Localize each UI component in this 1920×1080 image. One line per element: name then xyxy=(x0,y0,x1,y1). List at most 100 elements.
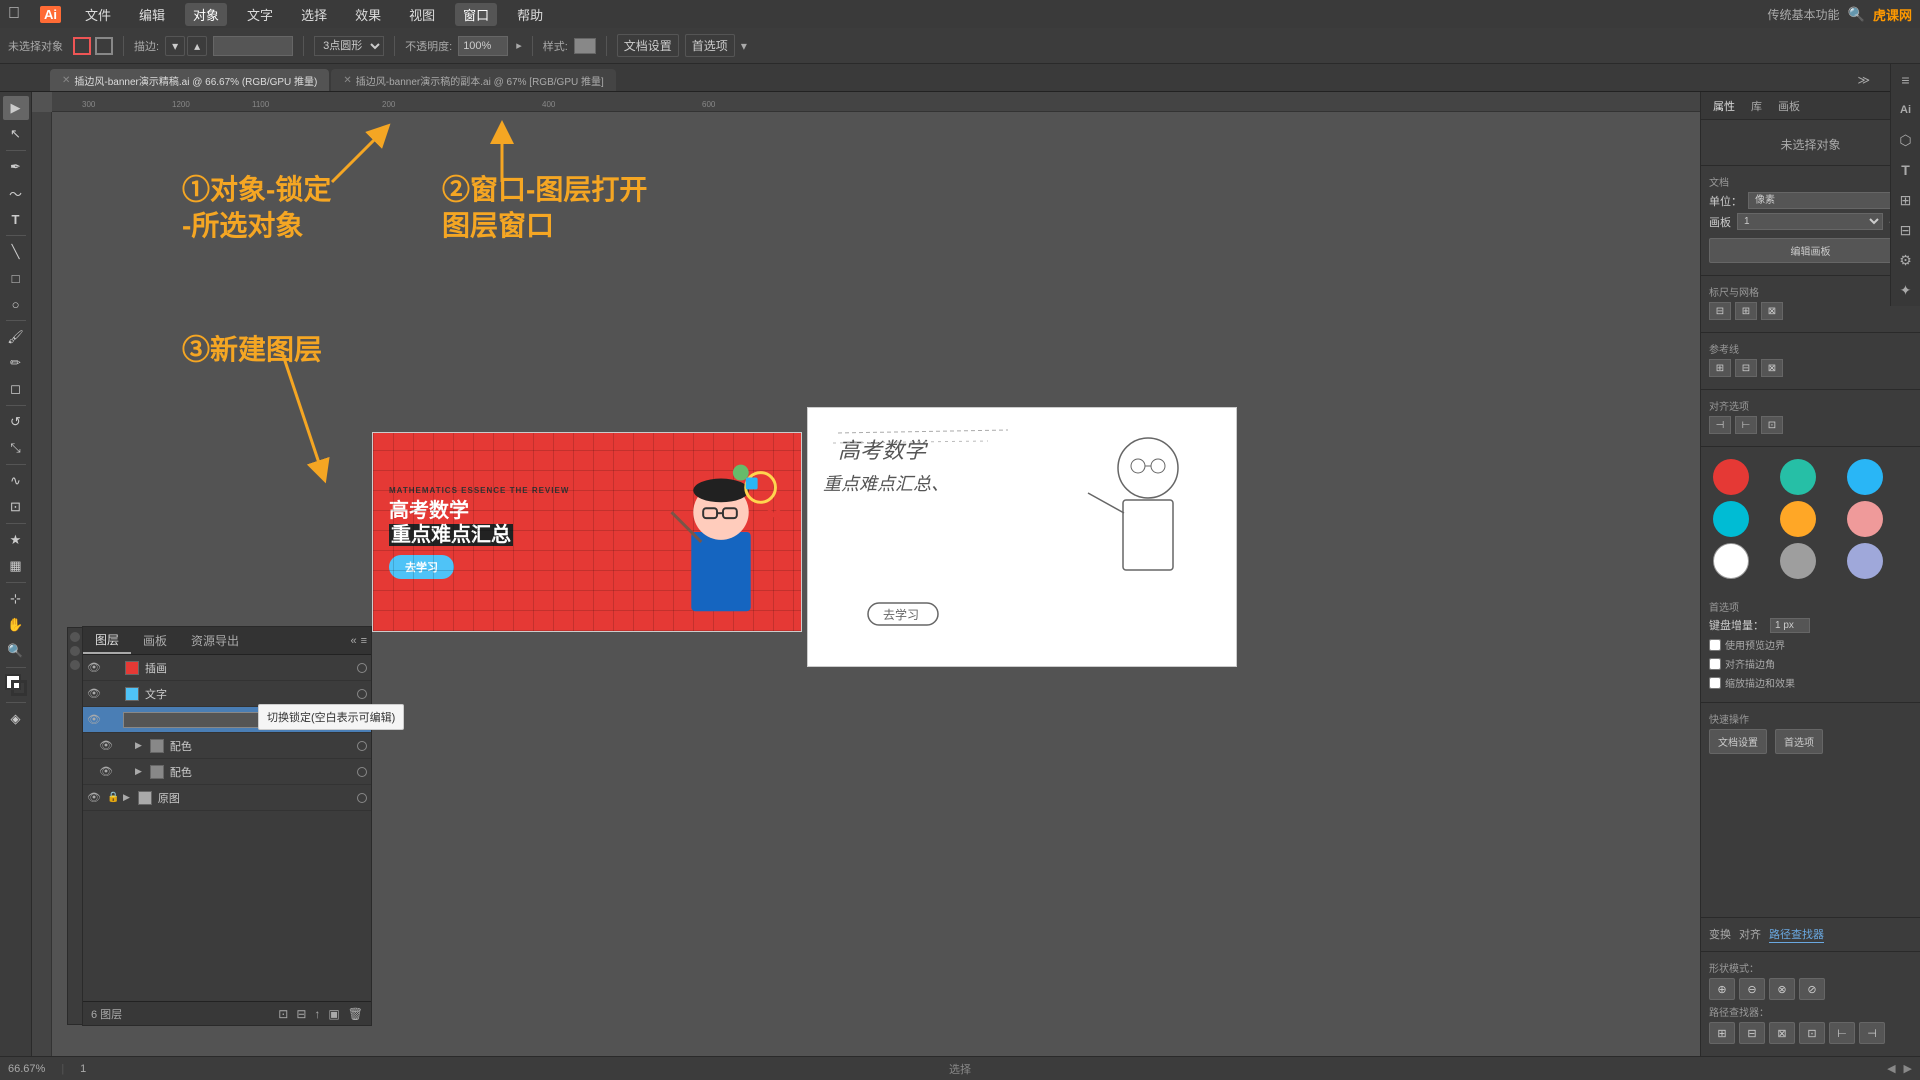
rp-shape-icon[interactable]: ⬡ xyxy=(1894,128,1918,152)
menu-text[interactable]: 文字 xyxy=(239,3,281,26)
rpanel-tab-library[interactable]: 库 xyxy=(1747,96,1766,116)
swatch-indigo[interactable] xyxy=(1847,543,1883,579)
swatch-blue[interactable] xyxy=(1847,459,1883,495)
curvature-tool[interactable]: 〜 xyxy=(3,181,29,205)
swatch-cyan[interactable] xyxy=(1713,501,1749,537)
quick-doc-settings[interactable]: 文档设置 xyxy=(1709,729,1767,754)
snap-corners-check[interactable] xyxy=(1709,658,1721,670)
stroke-down[interactable]: ▾ xyxy=(165,36,185,56)
preferences-btn[interactable]: 首选项 xyxy=(685,34,735,57)
apple-icon[interactable]:  xyxy=(8,5,20,23)
swatch-pink[interactable] xyxy=(1847,501,1883,537)
tab-1[interactable]: ✕ 插边风-banner演示精稿.ai @ 66.67% (RGB/GPU 推量… xyxy=(50,69,329,91)
align-left-btn[interactable]: ⊣ xyxy=(1709,416,1731,434)
zoom-level[interactable]: 66.67% xyxy=(8,1063,45,1075)
free-transform-tool[interactable]: ⊡ xyxy=(3,495,29,519)
guide-btn-1[interactable]: ⊞ xyxy=(1709,359,1731,377)
layer-target-color2[interactable] xyxy=(357,767,367,777)
create-new-sublayer[interactable]: ⊟ xyxy=(296,1007,306,1021)
warp-tool[interactable]: ∿ xyxy=(3,469,29,493)
crop-btn[interactable]: ⊡ xyxy=(1799,1022,1825,1044)
layer-row-illustration[interactable]: 👁 插画 xyxy=(83,655,371,681)
rpanel-tab-artboard[interactable]: 画板 xyxy=(1774,96,1804,116)
intersect-btn[interactable]: ⊗ xyxy=(1769,978,1795,1000)
panel-collapse-btn[interactable]: « xyxy=(350,635,356,647)
menu-view[interactable]: 视图 xyxy=(401,3,443,26)
select-tool[interactable]: ▶ xyxy=(3,96,29,120)
layer-vis-color1[interactable]: 👁 xyxy=(99,739,115,752)
panel-icon-lock[interactable] xyxy=(70,646,80,656)
rp-settings-icon[interactable]: ⚙ xyxy=(1894,248,1918,272)
rp-align-icon[interactable]: ⊞ xyxy=(1894,188,1918,212)
snap-bounds-check[interactable] xyxy=(1709,639,1721,651)
rp-text-icon[interactable]: T xyxy=(1894,158,1918,182)
tab-transform[interactable]: 变换 xyxy=(1709,926,1731,943)
merge-btn[interactable]: ⊠ xyxy=(1769,1022,1795,1044)
trim-btn[interactable]: ⊟ xyxy=(1739,1022,1765,1044)
canvas-area[interactable]: 300 1200 1100 200 400 600 ①对象-锁定 -所选对象 ②… xyxy=(32,92,1700,1056)
menu-effect[interactable]: 效果 xyxy=(347,3,389,26)
rotate-tool[interactable]: ↺ xyxy=(3,410,29,434)
tab-pathfinder[interactable]: 路径查找器 xyxy=(1769,926,1824,943)
move-selection-to-layer[interactable]: ↑ xyxy=(314,1007,320,1021)
pencil-tool[interactable]: ✏ xyxy=(3,351,29,375)
grid-btn[interactable]: ⊞ xyxy=(1735,302,1757,320)
layer-vis-illustration[interactable]: 👁 xyxy=(87,661,103,674)
keyboard-increment-input[interactable] xyxy=(1770,618,1810,633)
layer-target-text[interactable] xyxy=(357,689,367,699)
tab-layers[interactable]: 图层 xyxy=(83,627,131,654)
divide-btn[interactable]: ⊞ xyxy=(1709,1022,1735,1044)
hand-tool[interactable]: ✋ xyxy=(3,613,29,637)
layer-lock-original[interactable]: 🔒 xyxy=(107,792,119,803)
stroke-up[interactable]: ▴ xyxy=(187,36,207,56)
layer-vis-text[interactable]: 👁 xyxy=(87,687,103,700)
fill-stroke-selector[interactable] xyxy=(3,672,29,698)
snap-btn[interactable]: ⊠ xyxy=(1761,302,1783,320)
status-nav-right[interactable]: ▶ xyxy=(1904,1062,1912,1075)
status-nav-left[interactable]: ◀ xyxy=(1887,1062,1895,1075)
unit-select[interactable]: 像素 xyxy=(1748,192,1912,209)
canvas-content[interactable]: ①对象-锁定 -所选对象 ②窗口-图层打开 图层窗口 ③新建图层 xyxy=(52,112,1700,1056)
eraser-tool[interactable]: ◻ xyxy=(3,377,29,401)
panel-menu-btn[interactable]: ≡ xyxy=(361,635,367,647)
align-right-btn[interactable]: ⊡ xyxy=(1761,416,1783,434)
bar-chart-tool[interactable]: ▦ xyxy=(3,554,29,578)
exclude-btn[interactable]: ⊘ xyxy=(1799,978,1825,1000)
layer-target-illustration[interactable] xyxy=(357,663,367,673)
menu-select[interactable]: 选择 xyxy=(293,3,335,26)
edit-artboard-btn[interactable]: 编辑画板 xyxy=(1709,238,1912,263)
guide-btn-2[interactable]: ⊟ xyxy=(1735,359,1757,377)
layer-vis-color2[interactable]: 👁 xyxy=(99,765,115,778)
tab-align[interactable]: 对齐 xyxy=(1739,926,1761,943)
align-center-btn[interactable]: ⊢ xyxy=(1735,416,1757,434)
snap-effects-check[interactable] xyxy=(1709,677,1721,689)
swatch-gray[interactable] xyxy=(1780,543,1816,579)
layer-target-original[interactable] xyxy=(357,793,367,803)
tab-artboards[interactable]: 画板 xyxy=(131,628,179,653)
menu-object[interactable]: 对象 xyxy=(185,3,227,26)
tab-arrange[interactable]: ≫ xyxy=(1857,73,1870,91)
minus-back-btn[interactable]: ⊣ xyxy=(1859,1022,1885,1044)
opacity-input[interactable] xyxy=(458,36,508,56)
layer-row-color2[interactable]: 👁 ▶ 配色 xyxy=(83,759,371,785)
layer-row-color1[interactable]: 👁 ▶ 配色 xyxy=(83,733,371,759)
more-options[interactable]: ▾ xyxy=(741,39,747,53)
template-layer[interactable]: ▣ xyxy=(328,1007,339,1021)
paintbrush-tool[interactable]: 🖌 xyxy=(3,325,29,349)
outline-btn[interactable]: ⊢ xyxy=(1829,1022,1855,1044)
unite-btn[interactable]: ⊕ xyxy=(1709,978,1735,1000)
slice-tool[interactable]: ⊹ xyxy=(3,587,29,611)
rpanel-tab-properties[interactable]: 属性 xyxy=(1709,96,1739,116)
layer-vis-editing[interactable]: 👁 xyxy=(87,713,103,726)
delete-layer[interactable]: 🗑 xyxy=(348,1007,363,1021)
tab-asset-export[interactable]: 资源导出 xyxy=(179,628,251,653)
draw-mode[interactable]: ◈ xyxy=(3,707,29,731)
layer-target-color1[interactable] xyxy=(357,741,367,751)
quick-preferences[interactable]: 首选项 xyxy=(1775,729,1823,754)
tab-2[interactable]: ✕ 插边风-banner演示稿的副本.ai @ 67% [RGB/GPU 推量] xyxy=(331,69,615,91)
pen-tool[interactable]: ✒ xyxy=(3,155,29,179)
rect-tool[interactable]: □ xyxy=(3,266,29,290)
minus-btn[interactable]: ⊖ xyxy=(1739,978,1765,1000)
type-tool[interactable]: T xyxy=(3,207,29,231)
ellipse-tool[interactable]: ○ xyxy=(3,292,29,316)
